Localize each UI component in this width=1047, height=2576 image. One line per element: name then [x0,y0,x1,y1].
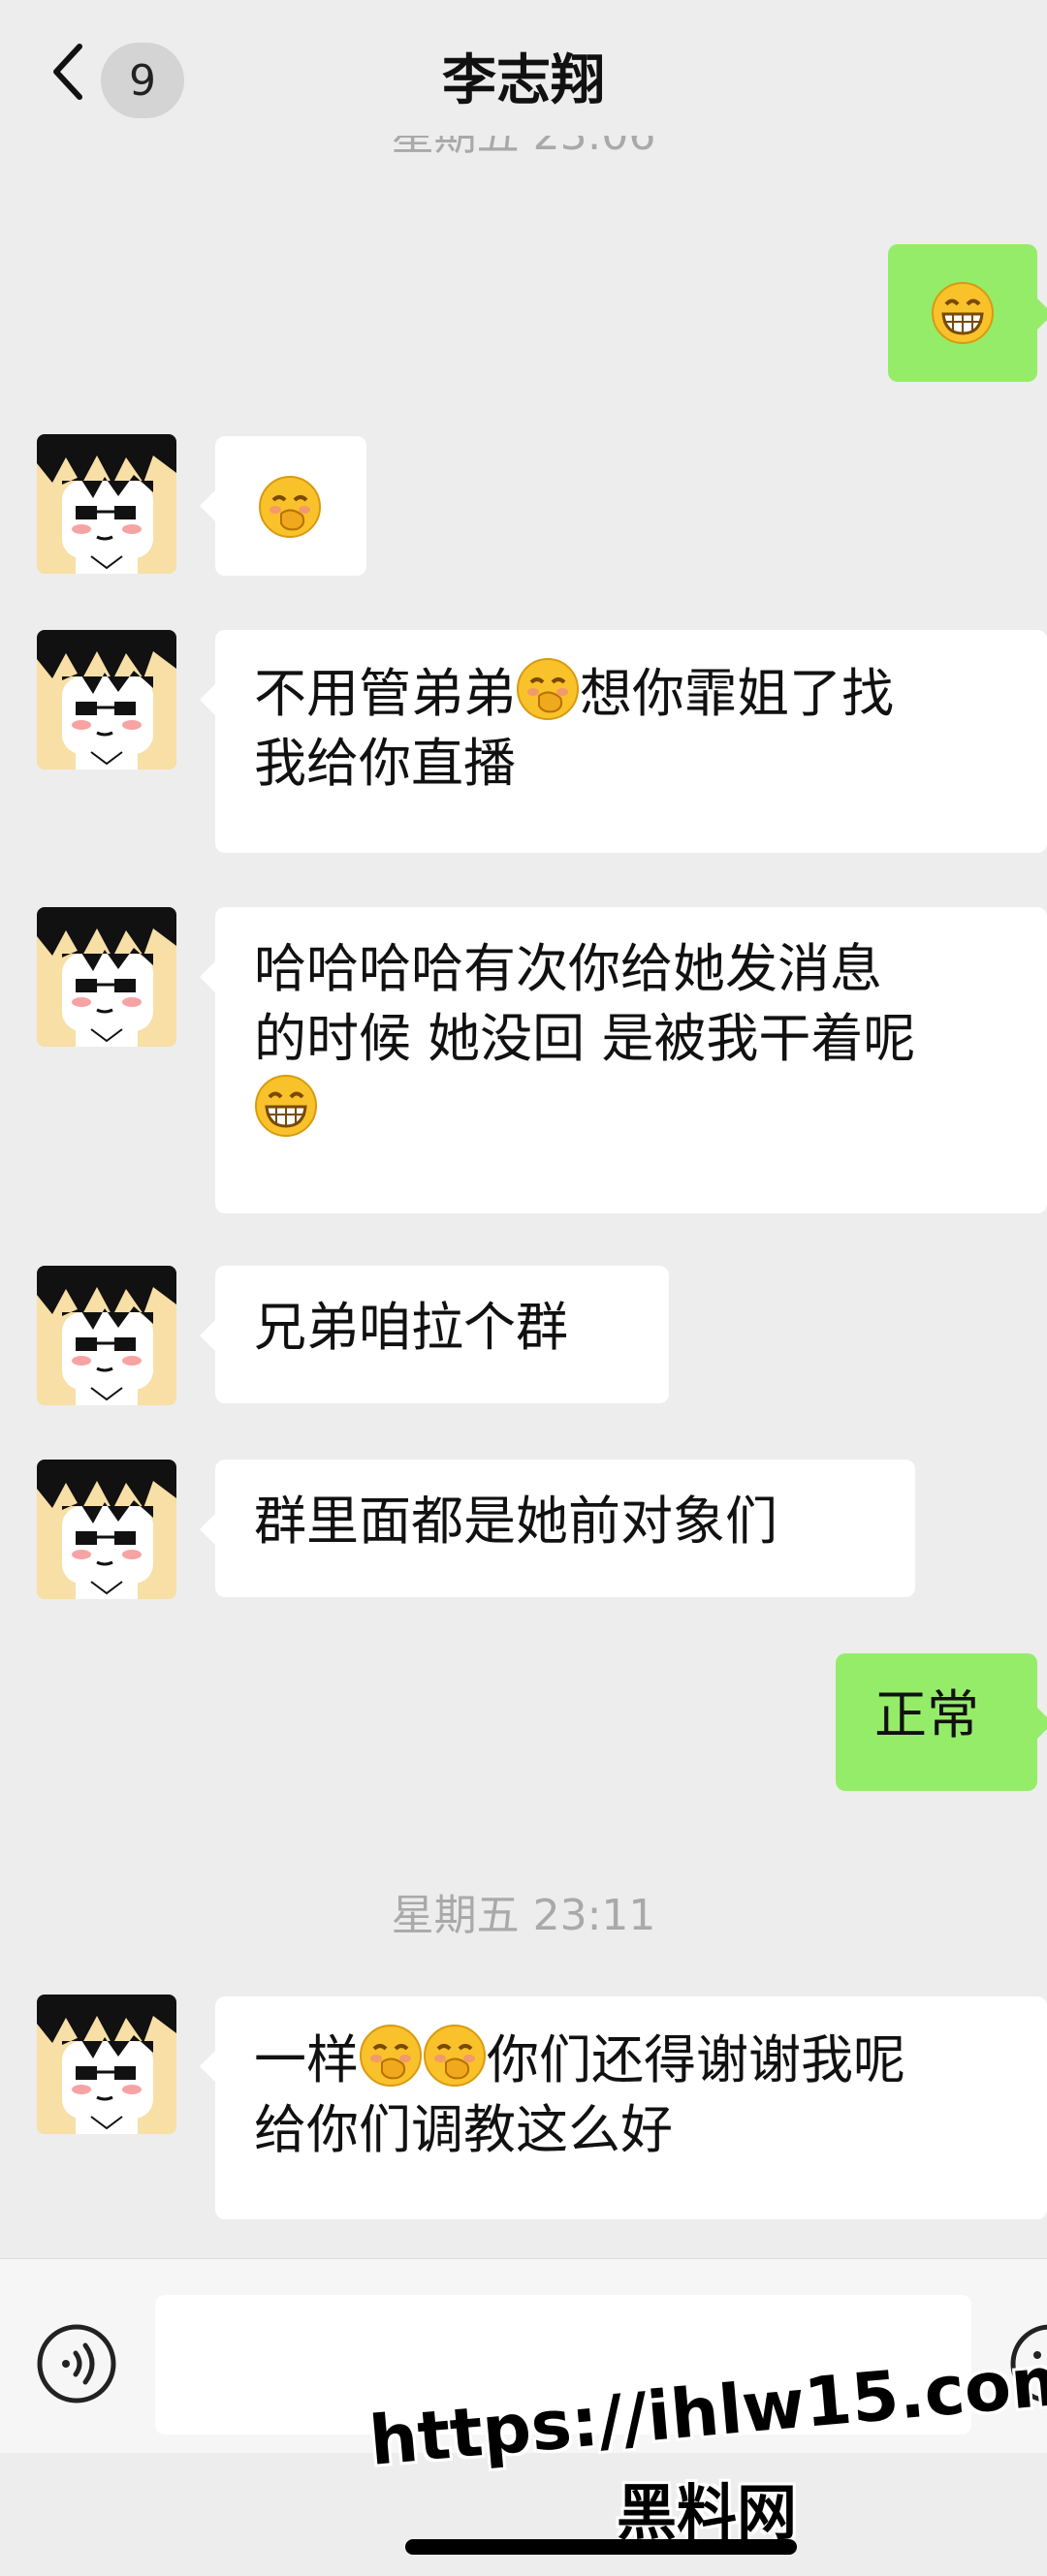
avatar[interactable] [37,1995,176,2134]
message-line: 哈哈哈哈有次你给她发消息 [254,938,882,999]
chat-title: 李志翔 [442,49,605,112]
shy-emoji [423,2024,487,2088]
message-bubble-received[interactable]: 群里面都是她前对象们 [200,1460,915,1597]
message-line: 给你们调教这么好 [254,2099,673,2160]
message-text: 正常 [874,1684,979,1745]
message-bubble-received[interactable]: 哈哈哈哈有次你给她发消息 的时候 她没回 是被我干着呢 [200,907,1047,1213]
message-text: 兄弟咱拉个群 [254,1297,568,1358]
timestamp: 星期五 23:11 [391,1891,656,1940]
shy-emoji [258,475,322,539]
message-line: 的时候 她没回 是被我干着呢 [254,1008,916,1069]
timestamp-text: 星期五 23:06 [392,136,656,160]
message-bubble-received[interactable]: 兄弟咱拉个群 [200,1266,669,1403]
grin-emoji [254,1074,318,1138]
timestamp: 星期五 23:06 [0,136,1047,174]
message-line: 我给你直播 [254,733,516,794]
message-bubble-received[interactable] [200,436,366,576]
avatar[interactable] [37,907,176,1047]
message-bubble-received[interactable]: 一样 你们还得谢谢我呢 给你们调教这么好 [200,1996,1047,2219]
message-bubble-sent[interactable]: 正常 [836,1653,1047,1791]
avatar[interactable] [37,434,176,574]
message-bubble-received[interactable]: 不用管弟弟 想你霏姐了找 我给你直播 [200,630,1047,853]
avatar[interactable] [37,1266,176,1405]
watermark-name: 黑料网 [617,2477,798,2548]
message-text: 群里面都是她前对象们 [254,1491,777,1552]
message-line [254,1074,1008,1146]
message-line: 一样 你们还得谢谢我呢 [254,2024,1008,2095]
shy-emoji [516,657,580,721]
avatar[interactable] [37,630,176,770]
shy-emoji [359,2024,423,2088]
avatar[interactable] [37,1460,176,1599]
voice-icon[interactable] [35,2322,118,2405]
home-indicator [405,2539,797,2555]
message-bubble-sent[interactable] [888,244,1047,382]
grin-emoji [931,281,995,345]
message-line: 不用管弟弟 想你霏姐了找 [254,657,1008,729]
